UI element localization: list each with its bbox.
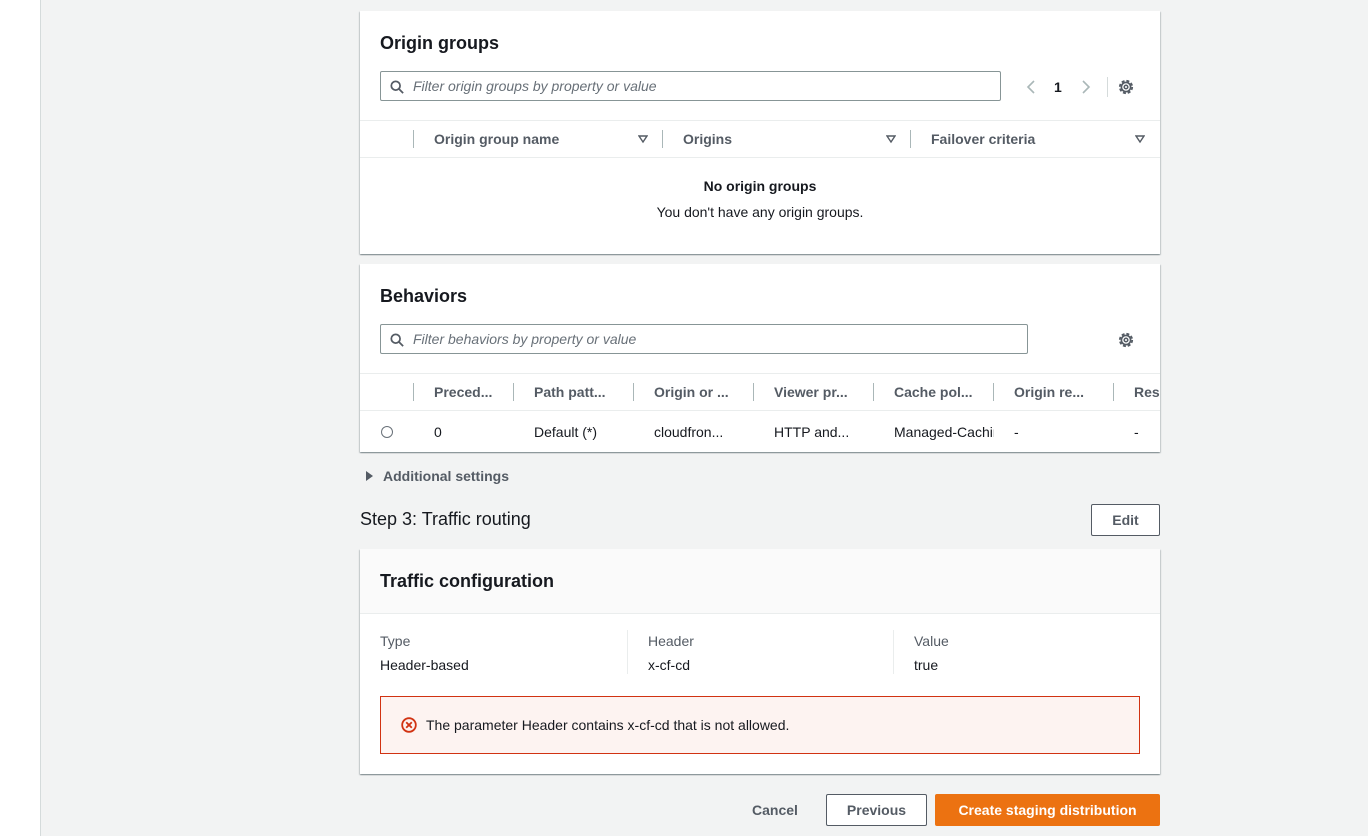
column-header-response[interactable]: Respo xyxy=(1134,374,1160,410)
column-divider xyxy=(893,630,894,674)
cell-cache-policy: Managed-Caching xyxy=(894,424,994,440)
origin-groups-pagination: 1 xyxy=(1020,76,1100,98)
search-icon xyxy=(390,333,404,347)
search-icon xyxy=(390,80,404,94)
row-select-radio[interactable] xyxy=(381,426,393,438)
sort-caret-icon[interactable] xyxy=(886,134,896,144)
error-message: The parameter Header contains x-cf-cd th… xyxy=(426,717,790,733)
create-staging-distribution-button[interactable]: Create staging distribution xyxy=(935,794,1160,826)
pager-divider xyxy=(1107,77,1108,97)
column-header-origin[interactable]: Origin or ... xyxy=(654,374,734,410)
behaviors-title: Behaviors xyxy=(380,286,468,306)
origin-groups-table-header: Origin group name Origins Failover crite… xyxy=(360,120,1160,158)
column-header-origin-request[interactable]: Origin re... xyxy=(1014,374,1094,410)
column-divider xyxy=(513,383,514,401)
chevron-right-icon[interactable] xyxy=(1081,80,1091,94)
origin-groups-title: Origin groups xyxy=(380,33,499,53)
left-navigation-rail xyxy=(0,0,41,836)
column-divider xyxy=(873,383,874,401)
additional-settings-label: Additional settings xyxy=(383,468,509,484)
header-label: Header xyxy=(648,633,694,649)
behaviors-filter[interactable] xyxy=(380,324,1028,354)
behaviors-table-header: Preced... Path patt... Origin or ... Vie… xyxy=(360,373,1160,411)
traffic-configuration-title: Traffic configuration xyxy=(380,571,555,591)
column-divider xyxy=(993,383,994,401)
header-value: x-cf-cd xyxy=(648,657,690,673)
empty-state-text: You don't have any origin groups. xyxy=(656,204,864,220)
error-alert: The parameter Header contains x-cf-cd th… xyxy=(380,696,1140,754)
value-value: true xyxy=(914,657,939,673)
behaviors-filter-input[interactable] xyxy=(413,325,1021,353)
cancel-button[interactable]: Cancel xyxy=(738,794,812,826)
behaviors-container: Behaviors Preced... Path patt... Origin … xyxy=(360,264,1160,452)
table-row[interactable]: 0 Default (*) cloudfron... HTTP and... M… xyxy=(360,412,1160,452)
column-divider xyxy=(662,130,663,148)
expand-caret-icon xyxy=(366,471,373,481)
cell-precedence: 0 xyxy=(434,424,442,440)
column-divider xyxy=(413,383,414,401)
column-divider xyxy=(413,130,414,148)
page-number[interactable]: 1 xyxy=(1054,76,1062,98)
empty-state-title: No origin groups xyxy=(703,178,817,194)
column-divider xyxy=(753,383,754,401)
gear-icon[interactable] xyxy=(1117,331,1135,349)
origin-groups-container: Origin groups 1 Origin group name Origin… xyxy=(360,11,1160,254)
type-value: Header-based xyxy=(380,657,469,673)
cell-viewer-protocol: HTTP and... xyxy=(774,424,850,440)
column-header-origins[interactable]: Origins xyxy=(683,121,883,157)
column-divider xyxy=(627,630,628,674)
column-header-viewer-protocol[interactable]: Viewer pr... xyxy=(774,374,854,410)
cell-response: - xyxy=(1134,424,1139,440)
previous-button[interactable]: Previous xyxy=(826,794,927,826)
sort-caret-icon[interactable] xyxy=(1135,134,1145,144)
sort-caret-icon[interactable] xyxy=(638,134,648,144)
origin-groups-filter-input[interactable] xyxy=(413,72,994,100)
chevron-left-icon[interactable] xyxy=(1026,80,1036,94)
gear-icon[interactable] xyxy=(1117,78,1135,96)
column-divider xyxy=(633,383,634,401)
step-3-title: Step 3: Traffic routing xyxy=(360,509,531,529)
column-divider xyxy=(1113,383,1114,401)
cell-origin: cloudfron... xyxy=(654,424,724,440)
value-label: Value xyxy=(914,633,949,649)
column-header-failover-criteria[interactable]: Failover criteria xyxy=(931,121,1131,157)
type-label: Type xyxy=(380,633,411,649)
cell-path-pattern: Default (*) xyxy=(534,424,598,440)
column-header-cache-policy[interactable]: Cache pol... xyxy=(894,374,974,410)
cell-origin-request: - xyxy=(1014,424,1019,440)
error-icon xyxy=(401,717,417,733)
column-header-precedence[interactable]: Preced... xyxy=(434,374,500,410)
edit-button[interactable]: Edit xyxy=(1091,504,1160,536)
column-header-origin-group-name[interactable]: Origin group name xyxy=(434,121,634,157)
column-divider xyxy=(910,130,911,148)
column-header-path-pattern[interactable]: Path patt... xyxy=(534,374,614,410)
origin-groups-filter[interactable] xyxy=(380,71,1001,101)
